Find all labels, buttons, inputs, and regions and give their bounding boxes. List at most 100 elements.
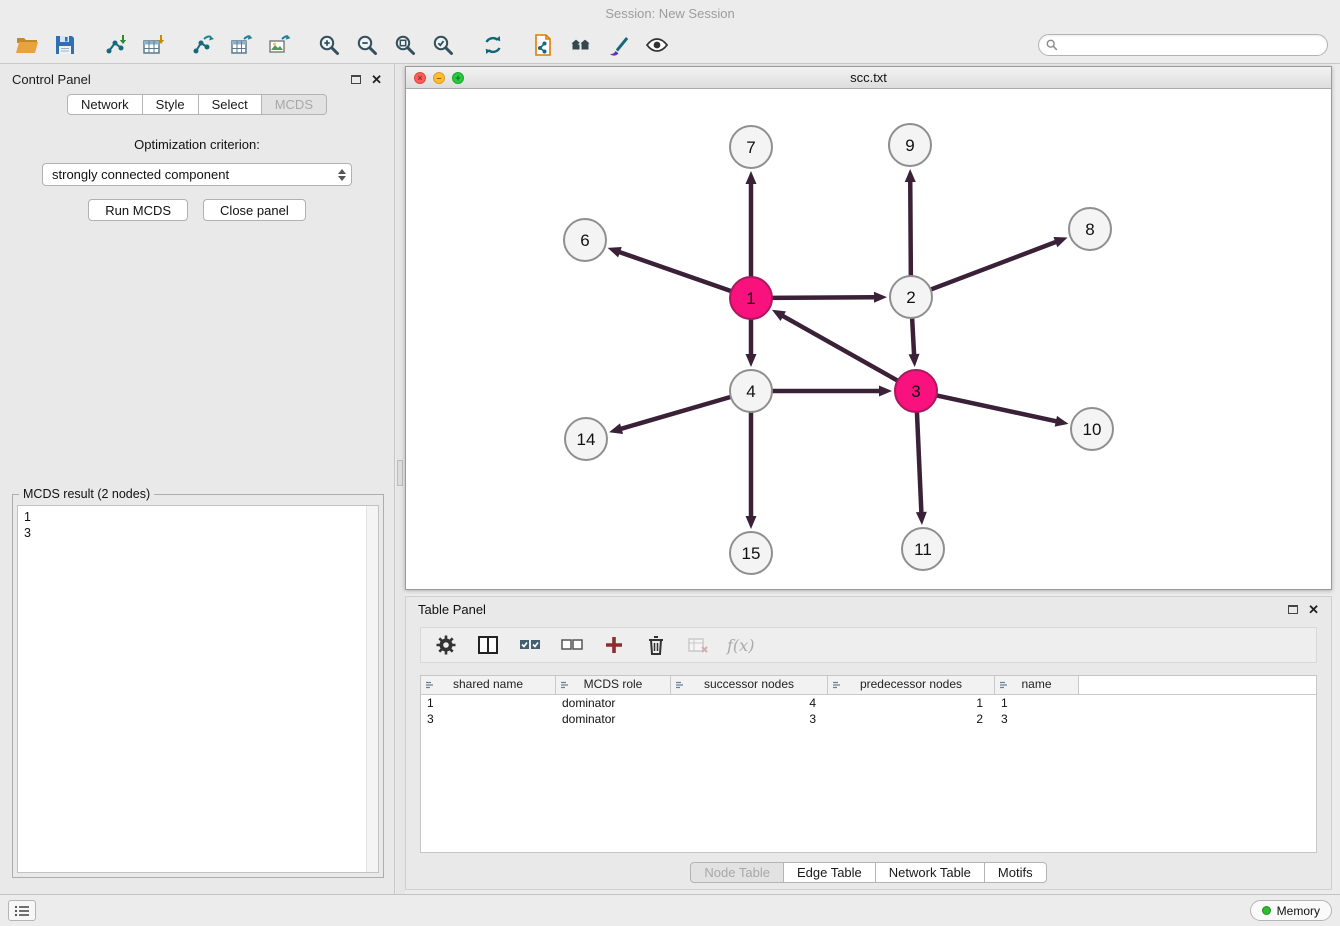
graph-edge-1-4[interactable] xyxy=(746,319,757,367)
table-body: 1dominator4113dominator323 xyxy=(421,695,1316,727)
close-panel-button[interactable]: Close panel xyxy=(203,199,306,221)
zoom-in-button[interactable] xyxy=(314,30,344,60)
graph-edge-4-14[interactable] xyxy=(609,397,731,434)
column-header-predecessor-nodes[interactable]: predecessor nodes xyxy=(828,676,995,694)
close-window-button[interactable]: × xyxy=(414,72,426,84)
export-image-button[interactable] xyxy=(264,30,294,60)
column-header-mcds-role[interactable]: MCDS role xyxy=(556,676,671,694)
graph-node-15[interactable]: 15 xyxy=(730,532,772,574)
delete-table-button[interactable] xyxy=(685,632,711,658)
panel-splitter[interactable] xyxy=(396,64,405,894)
import-table-button[interactable] xyxy=(138,30,168,60)
graph-edge-1-7[interactable] xyxy=(746,171,757,277)
mcds-result-item[interactable]: 3 xyxy=(24,525,378,541)
float-panel-icon[interactable] xyxy=(351,75,361,84)
graph-node-1[interactable]: 1 xyxy=(730,277,772,319)
graph-edge-3-1[interactable] xyxy=(772,310,898,381)
import-network-button[interactable] xyxy=(100,30,130,60)
delete-column-button[interactable] xyxy=(643,632,669,658)
graph-edge-1-6[interactable] xyxy=(608,247,732,291)
network-document-button[interactable] xyxy=(528,30,558,60)
network-canvas[interactable]: 7 9 6 8 1 2 4 3 14 10 15 11 xyxy=(406,89,1331,589)
open-session-button[interactable] xyxy=(12,30,42,60)
scrollbar-track[interactable] xyxy=(366,506,378,872)
table-panel-title: Table Panel xyxy=(418,602,486,617)
tab-motifs[interactable]: Motifs xyxy=(985,862,1047,883)
graph-node-3[interactable]: 3 xyxy=(895,370,937,412)
export-network-button[interactable] xyxy=(188,30,218,60)
svg-text:3: 3 xyxy=(911,382,920,401)
style-button[interactable] xyxy=(604,30,634,60)
graph-node-4[interactable]: 4 xyxy=(730,370,772,412)
tab-select[interactable]: Select xyxy=(199,94,262,115)
deselect-all-columns-button[interactable] xyxy=(559,632,585,658)
select-all-columns-button[interactable] xyxy=(517,632,543,658)
graph-edge-3-11[interactable] xyxy=(916,412,927,525)
float-panel-icon[interactable] xyxy=(1288,605,1298,614)
show-columns-button[interactable] xyxy=(475,632,501,658)
splitter-handle[interactable] xyxy=(397,460,403,486)
tab-edge-table[interactable]: Edge Table xyxy=(784,862,876,883)
save-session-button[interactable] xyxy=(50,30,80,60)
import-network-icon xyxy=(103,33,127,57)
graph-node-2[interactable]: 2 xyxy=(890,276,932,318)
criterion-dropdown[interactable]: strongly connected component xyxy=(42,163,352,186)
graph-edge-4-15[interactable] xyxy=(746,412,757,529)
show-panels-button[interactable] xyxy=(8,900,36,921)
column-header-successor-nodes[interactable]: successor nodes xyxy=(671,676,828,694)
close-panel-icon[interactable]: ✕ xyxy=(371,73,382,86)
svg-text:14: 14 xyxy=(577,430,596,449)
graph-node-14[interactable]: 14 xyxy=(565,418,607,460)
control-panel-tabs: NetworkStyleSelectMCDS xyxy=(0,94,394,115)
function-builder-button[interactable]: f(x) xyxy=(727,632,754,658)
memory-button[interactable]: Memory xyxy=(1250,900,1332,921)
zoom-fit-button[interactable] xyxy=(390,30,420,60)
column-header-shared-name[interactable]: shared name xyxy=(421,676,556,694)
show-hide-button[interactable] xyxy=(642,30,672,60)
table-row[interactable]: 1dominator411 xyxy=(421,695,1316,711)
table-cell: dominator xyxy=(556,712,671,726)
column-header-name[interactable]: name xyxy=(995,676,1079,694)
table-settings-button[interactable] xyxy=(433,632,459,658)
network-window-titlebar[interactable]: × – + scc.txt xyxy=(406,67,1331,89)
svg-text:4: 4 xyxy=(746,382,755,401)
network-window-title: scc.txt xyxy=(406,70,1331,85)
graph-edge-2-3[interactable] xyxy=(909,318,920,367)
tab-network[interactable]: Network xyxy=(67,94,143,115)
mcds-result-list[interactable]: 13 xyxy=(17,505,379,873)
graph-edge-2-8[interactable] xyxy=(931,237,1068,290)
graph-node-7[interactable]: 7 xyxy=(730,126,772,168)
graph-node-9[interactable]: 9 xyxy=(889,124,931,166)
zoom-selected-button[interactable] xyxy=(428,30,458,60)
graph-node-6[interactable]: 6 xyxy=(564,219,606,261)
sort-icon xyxy=(560,680,570,690)
graph-edge-1-2[interactable] xyxy=(772,292,887,303)
graph-node-8[interactable]: 8 xyxy=(1069,208,1111,250)
graph-node-11[interactable]: 11 xyxy=(902,528,944,570)
minimize-window-button[interactable]: – xyxy=(433,72,445,84)
graph-node-10[interactable]: 10 xyxy=(1071,408,1113,450)
close-panel-icon[interactable]: ✕ xyxy=(1308,603,1319,616)
run-mcds-button[interactable]: Run MCDS xyxy=(88,199,188,221)
export-table-icon xyxy=(229,33,253,57)
control-panel: Control Panel ✕ NetworkStyleSelectMCDS O… xyxy=(0,64,395,894)
graph-edge-4-3[interactable] xyxy=(772,386,892,397)
search-input[interactable] xyxy=(1038,34,1328,56)
tab-node-table[interactable]: Node Table xyxy=(690,862,784,883)
mcds-result-item[interactable]: 1 xyxy=(24,509,378,525)
graph-edge-3-10[interactable] xyxy=(937,395,1069,426)
refresh-button[interactable] xyxy=(478,30,508,60)
table-cell: 4 xyxy=(671,696,828,710)
graph-edge-2-9[interactable] xyxy=(905,169,916,276)
zoom-fit-icon xyxy=(393,33,417,57)
tab-network-table[interactable]: Network Table xyxy=(876,862,985,883)
tab-style[interactable]: Style xyxy=(143,94,199,115)
zoom-out-button[interactable] xyxy=(352,30,382,60)
zoom-window-button[interactable]: + xyxy=(452,72,464,84)
home-button[interactable] xyxy=(566,30,596,60)
export-image-icon xyxy=(267,33,291,57)
create-column-button[interactable] xyxy=(601,632,627,658)
export-table-button[interactable] xyxy=(226,30,256,60)
tab-mcds[interactable]: MCDS xyxy=(262,94,327,115)
table-row[interactable]: 3dominator323 xyxy=(421,711,1316,727)
